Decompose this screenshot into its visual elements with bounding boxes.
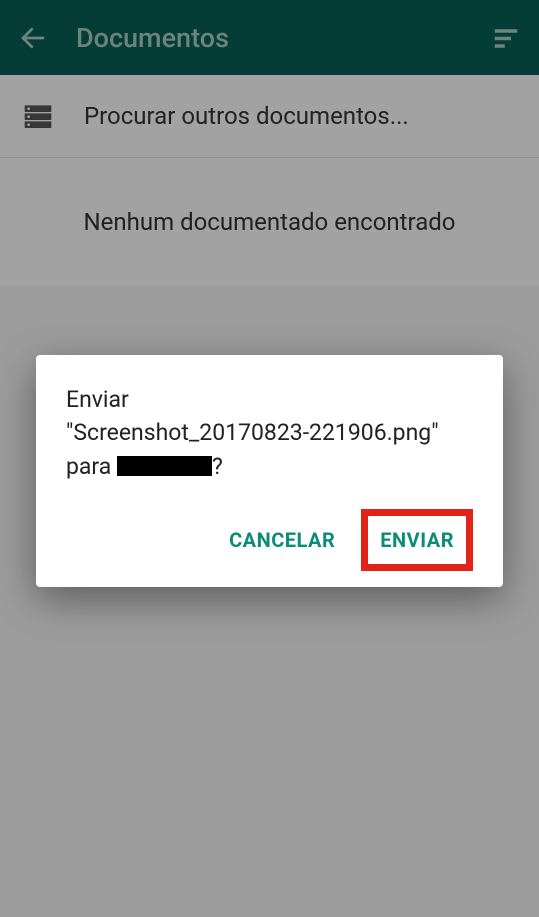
send-button-highlight: ENVIAR [361, 509, 473, 571]
redacted-recipient [117, 456, 212, 476]
dialog-line1: Enviar [66, 386, 129, 413]
send-button[interactable]: ENVIAR [370, 518, 464, 562]
dialog-line3-prefix: para [66, 453, 117, 480]
dialog-actions: CANCELAR ENVIAR [66, 509, 473, 571]
dialog-message: Enviar "Screenshot_20170823-221906.png" … [66, 383, 473, 483]
dialog-filename: "Screenshot_20170823-221906.png" [66, 419, 439, 446]
dialog-line3-suffix: ? [212, 453, 223, 480]
cancel-button[interactable]: CANCELAR [215, 516, 349, 564]
send-confirmation-dialog: Enviar "Screenshot_20170823-221906.png" … [36, 355, 503, 587]
